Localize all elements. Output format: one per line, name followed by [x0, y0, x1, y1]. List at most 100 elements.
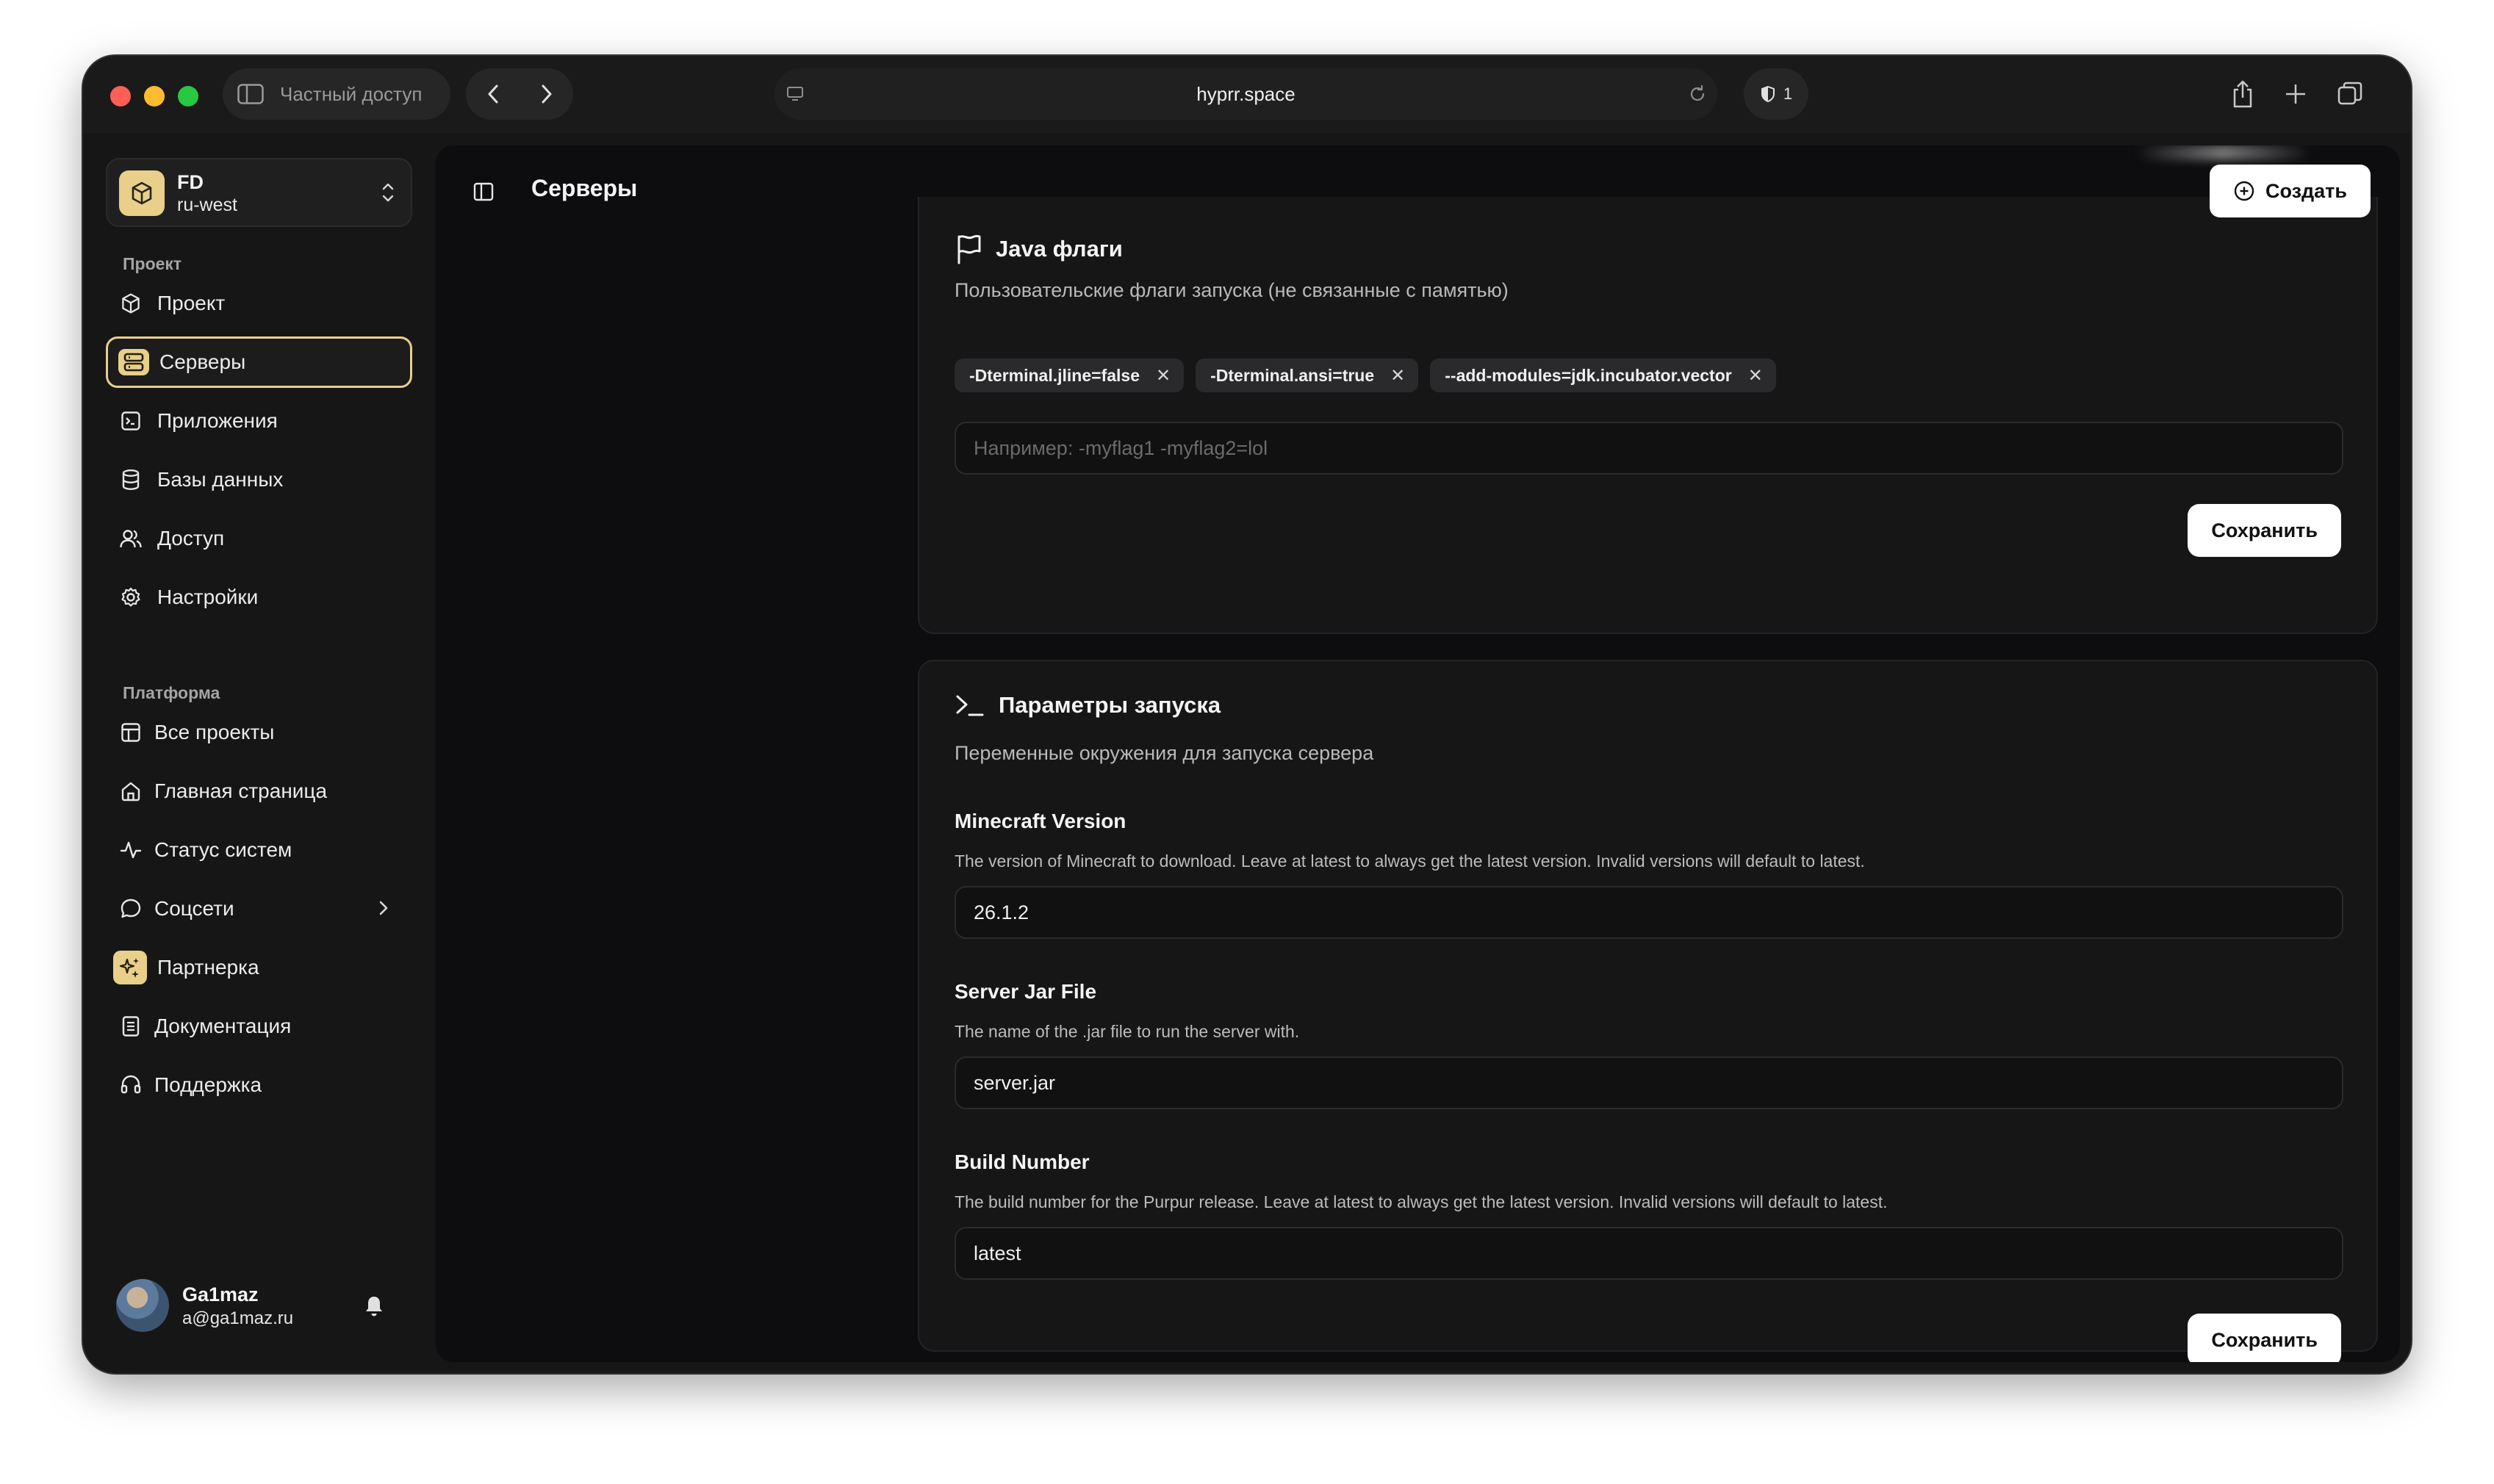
flag-chip-label: --add-modules=jdk.incubator.vector [1445, 365, 1732, 385]
private-browsing-label: Частный доступ [280, 82, 423, 105]
server-jar-help: The name of the .jar file to run the ser… [955, 1022, 1300, 1041]
user-email: a@ga1maz.ru [182, 1308, 294, 1328]
browser-window: Частный доступ hyprr.space 1 FD ru-west … [83, 56, 2411, 1373]
sidebar-item-access[interactable]: Доступ [106, 513, 412, 564]
workspace-switcher[interactable]: FD ru-west [106, 158, 412, 227]
chevron-right-icon [379, 901, 388, 915]
sidebar-item-label: Соцсети [154, 897, 234, 920]
save-launch-params-button[interactable]: Сохранить [2188, 1314, 2341, 1362]
flag-chip-list: -Dterminal.jline=false ✕ -Dterminal.ansi… [955, 359, 1776, 392]
sidebar-item-socials[interactable]: Соцсети [106, 883, 412, 934]
sidebar-item-all-projects[interactable]: Все проекты [106, 707, 412, 758]
shield-icon [1761, 85, 1775, 103]
user-name: Ga1maz [182, 1283, 259, 1305]
launch-params-card: Параметры запуска Переменные окружения д… [918, 660, 2378, 1362]
gear-icon [119, 586, 143, 609]
workspace-region: ru-west [177, 195, 237, 215]
sidebar-item-applications[interactable]: Приложения [106, 395, 412, 447]
sidebar-item-home[interactable]: Главная страница [106, 766, 412, 817]
sidebar-item-label: Главная страница [154, 779, 328, 802]
home-icon [119, 779, 143, 803]
sidebar-item-support[interactable]: Поддержка [106, 1059, 412, 1111]
chevron-up-down-icon [382, 183, 394, 202]
build-number-help: The build number for the Purpur release.… [955, 1192, 1888, 1211]
browser-titlebar: Частный доступ hyprr.space 1 [83, 56, 2411, 133]
launch-params-title-text: Параметры запуска [999, 692, 1221, 718]
server-jar-input[interactable] [955, 1056, 2343, 1109]
sidebar: FD ru-west Проект Проект Серверы Приложе… [83, 133, 436, 1373]
flag-chip: -Dterminal.ansi=true ✕ [1196, 359, 1419, 392]
sidebar-item-label: Приложения [157, 409, 278, 432]
terminal-icon [956, 695, 984, 716]
document-icon [119, 1015, 143, 1038]
user-profile[interactable]: Ga1maz a@ga1maz.ru [116, 1279, 403, 1338]
back-icon[interactable] [484, 83, 502, 105]
reload-icon[interactable] [1688, 84, 1707, 104]
close-icon[interactable]: ✕ [1156, 365, 1171, 386]
sidebar-item-label: Базы данных [157, 468, 284, 491]
sidebar-item-label: Настройки [157, 586, 259, 608]
sidebar-item-label: Серверы [159, 350, 246, 373]
java-flags-card: Java флаги Пользовательские флаги запуск… [918, 197, 2378, 634]
new-tab-button[interactable] [2284, 68, 2307, 120]
server-jar-label: Server Jar File [955, 980, 1097, 1003]
sidebar-item-system-status[interactable]: Статус систем [106, 824, 412, 876]
page-title: Серверы [531, 175, 638, 201]
sidebar-item-servers[interactable]: Серверы [106, 336, 412, 388]
build-number-input[interactable] [955, 1227, 2343, 1280]
content-header: Серверы Создать [436, 145, 2400, 241]
sidebar-item-settings[interactable]: Настройки [106, 572, 412, 623]
sidebar-item-label: Документация [154, 1015, 292, 1037]
privacy-report-button[interactable]: 1 [1744, 68, 1808, 120]
create-button-label: Создать [2265, 179, 2347, 202]
minecraft-version-help: The version of Minecraft to download. Le… [955, 851, 1865, 871]
address-bar[interactable]: hyprr.space [775, 68, 1717, 120]
java-flags-description: Пользовательские флаги запуска (не связа… [955, 279, 1509, 301]
sidebar-toggle-icon[interactable] [472, 181, 495, 203]
share-button[interactable] [2230, 68, 2255, 120]
close-icon[interactable]: ✕ [1748, 365, 1763, 386]
flag-chip-label: -Dterminal.jline=false [969, 365, 1140, 385]
bell-icon[interactable] [363, 1294, 385, 1319]
minecraft-version-label: Minecraft Version [955, 810, 1126, 832]
minecraft-version-input[interactable] [955, 886, 2343, 939]
plus-circle-icon [2234, 181, 2254, 201]
create-button[interactable]: Создать [2209, 165, 2371, 217]
sidebar-item-project[interactable]: Проект [106, 278, 412, 329]
forward-icon[interactable] [538, 83, 556, 105]
cube-icon [132, 181, 152, 205]
sidebar-toggle-icon [237, 84, 264, 104]
cube-icon [119, 292, 143, 315]
sidebar-item-documentation[interactable]: Документация [106, 1001, 412, 1052]
main-content: Java флаги Пользовательские флаги запуск… [436, 145, 2400, 1362]
section-label-project: Проект [123, 254, 182, 273]
tracker-count: 1 [1783, 84, 1793, 103]
zoom-window-button[interactable] [178, 86, 198, 107]
sidebar-item-databases[interactable]: Базы данных [106, 454, 412, 505]
launch-params-title: Параметры запуска [955, 692, 1221, 718]
plus-icon [2286, 84, 2305, 104]
sidebar-item-label: Статус систем [154, 838, 292, 861]
terminal-window-icon [119, 409, 143, 433]
workspace-logo [119, 170, 165, 216]
launch-params-description: Переменные окружения для запуска сервера [955, 742, 1374, 764]
private-browsing-button[interactable]: Частный доступ [223, 68, 450, 120]
close-icon[interactable]: ✕ [1390, 365, 1405, 386]
sidebar-item-label: Все проекты [154, 721, 275, 743]
flag-chip: --add-modules=jdk.incubator.vector ✕ [1430, 359, 1776, 392]
header-glow [2135, 145, 2312, 160]
save-java-flags-button[interactable]: Сохранить [2188, 504, 2341, 557]
tab-overview-icon [2337, 82, 2362, 105]
sidebar-item-label: Доступ [157, 527, 225, 550]
sidebar-item-label: Поддержка [154, 1073, 262, 1096]
tab-overview-button[interactable] [2337, 68, 2363, 120]
server-icon [118, 349, 149, 375]
sidebar-item-partners[interactable]: Партнерка [106, 942, 412, 993]
close-window-button[interactable] [110, 86, 131, 107]
sparkles-icon [113, 951, 147, 984]
chat-bubble-icon [119, 897, 143, 921]
section-label-platform: Платформа [123, 683, 220, 702]
minimize-window-button[interactable] [144, 86, 165, 107]
avatar [116, 1279, 169, 1332]
java-flags-input[interactable] [955, 422, 2343, 475]
